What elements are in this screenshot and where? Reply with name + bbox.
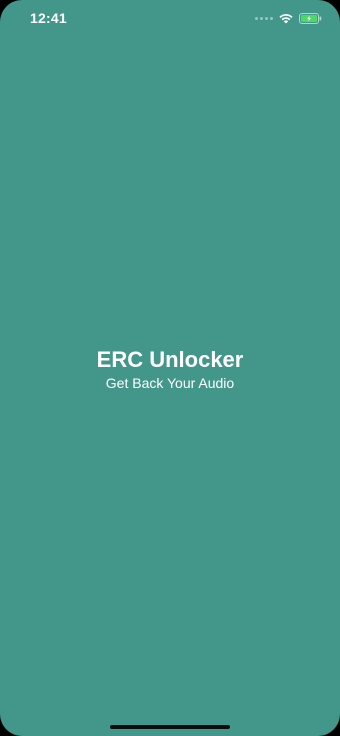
- signal-dots-icon: [255, 16, 273, 20]
- status-bar: 12:41: [0, 0, 340, 38]
- app-subtitle: Get Back Your Audio: [105, 375, 235, 391]
- wifi-icon: [279, 13, 293, 24]
- home-indicator[interactable]: [110, 725, 230, 729]
- device-frame: 12:41 ERC Unlocker Get Back Your Audio: [0, 0, 340, 736]
- battery-charging-icon: [299, 12, 322, 24]
- splash-content: ERC Unlocker Get Back Your Audio: [0, 346, 340, 392]
- splash-screen: 12:41 ERC Unlocker Get Back Your Audio: [0, 0, 340, 736]
- status-icons: [255, 11, 322, 25]
- app-title: ERC Unlocker: [96, 347, 244, 372]
- status-time: 12:41: [30, 10, 67, 26]
